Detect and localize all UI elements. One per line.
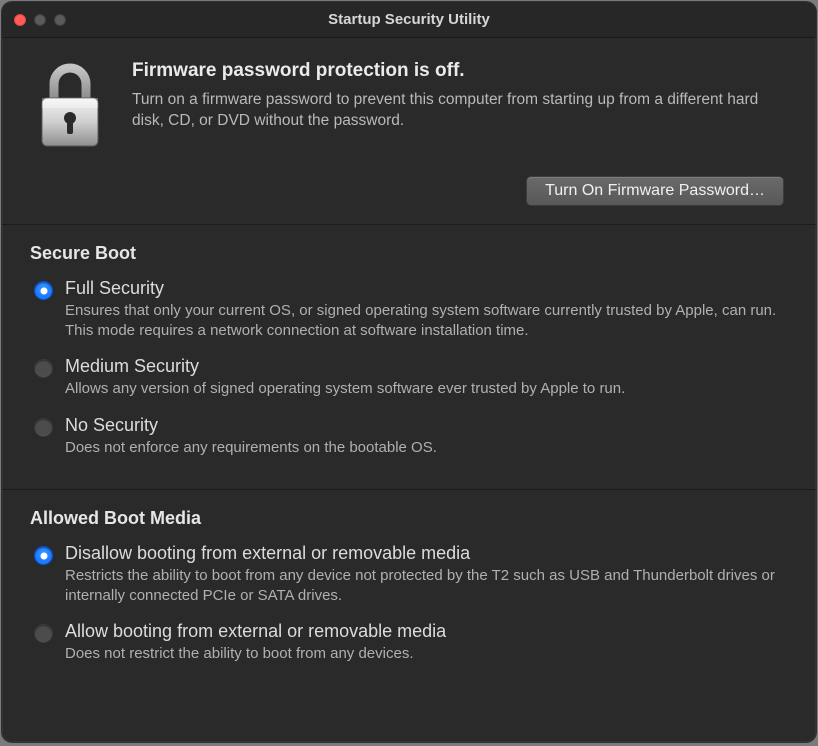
firmware-password-section: Firmware password protection is off. Tur… (2, 38, 816, 225)
label-full-security: Full Security (65, 278, 788, 299)
radio-medium-security[interactable] (34, 359, 53, 378)
firmware-text: Firmware password protection is off. Tur… (132, 60, 788, 150)
secure-boot-section: Secure Boot Full Security Ensures that o… (2, 225, 816, 490)
close-button[interactable] (14, 14, 26, 26)
zoom-button[interactable] (54, 14, 66, 26)
titlebar: Startup Security Utility (2, 2, 816, 38)
content: Firmware password protection is off. Tur… (2, 38, 816, 742)
desc-disallow-external: Restricts the ability to boot from any d… (65, 566, 788, 605)
radio-allow-external[interactable] (34, 624, 53, 643)
allowed-boot-media-heading: Allowed Boot Media (30, 508, 788, 529)
firmware-description: Turn on a firmware password to prevent t… (132, 90, 788, 132)
option-no-security[interactable]: No Security Does not enforce any require… (30, 411, 788, 470)
option-allow-external[interactable]: Allow booting from external or removable… (30, 617, 788, 676)
startup-security-window: Startup Security Utility (2, 2, 816, 742)
desc-allow-external: Does not restrict the ability to boot fr… (65, 644, 788, 664)
turn-on-firmware-password-button[interactable]: Turn On Firmware Password… (526, 176, 784, 206)
option-full-security[interactable]: Full Security Ensures that only your cur… (30, 274, 788, 352)
label-disallow-external: Disallow booting from external or remova… (65, 543, 788, 564)
label-medium-security: Medium Security (65, 356, 788, 377)
radio-full-security[interactable] (34, 281, 53, 300)
label-allow-external: Allow booting from external or removable… (65, 621, 788, 642)
radio-disallow-external[interactable] (34, 546, 53, 565)
window-controls (14, 14, 66, 26)
lock-icon-wrap (30, 60, 110, 150)
desc-medium-security: Allows any version of signed operating s… (65, 379, 788, 399)
allowed-boot-media-section: Allowed Boot Media Disallow booting from… (2, 490, 816, 696)
desc-no-security: Does not enforce any requirements on the… (65, 438, 788, 458)
window-title: Startup Security Utility (2, 11, 816, 28)
firmware-button-row: Turn On Firmware Password… (30, 172, 788, 206)
secure-boot-heading: Secure Boot (30, 243, 788, 264)
radio-no-security[interactable] (34, 418, 53, 437)
label-no-security: No Security (65, 415, 788, 436)
desc-full-security: Ensures that only your current OS, or si… (65, 301, 788, 340)
lock-icon (34, 60, 106, 150)
minimize-button[interactable] (34, 14, 46, 26)
firmware-heading: Firmware password protection is off. (132, 60, 788, 82)
option-disallow-external[interactable]: Disallow booting from external or remova… (30, 539, 788, 617)
option-medium-security[interactable]: Medium Security Allows any version of si… (30, 352, 788, 411)
firmware-row: Firmware password protection is off. Tur… (30, 60, 788, 150)
